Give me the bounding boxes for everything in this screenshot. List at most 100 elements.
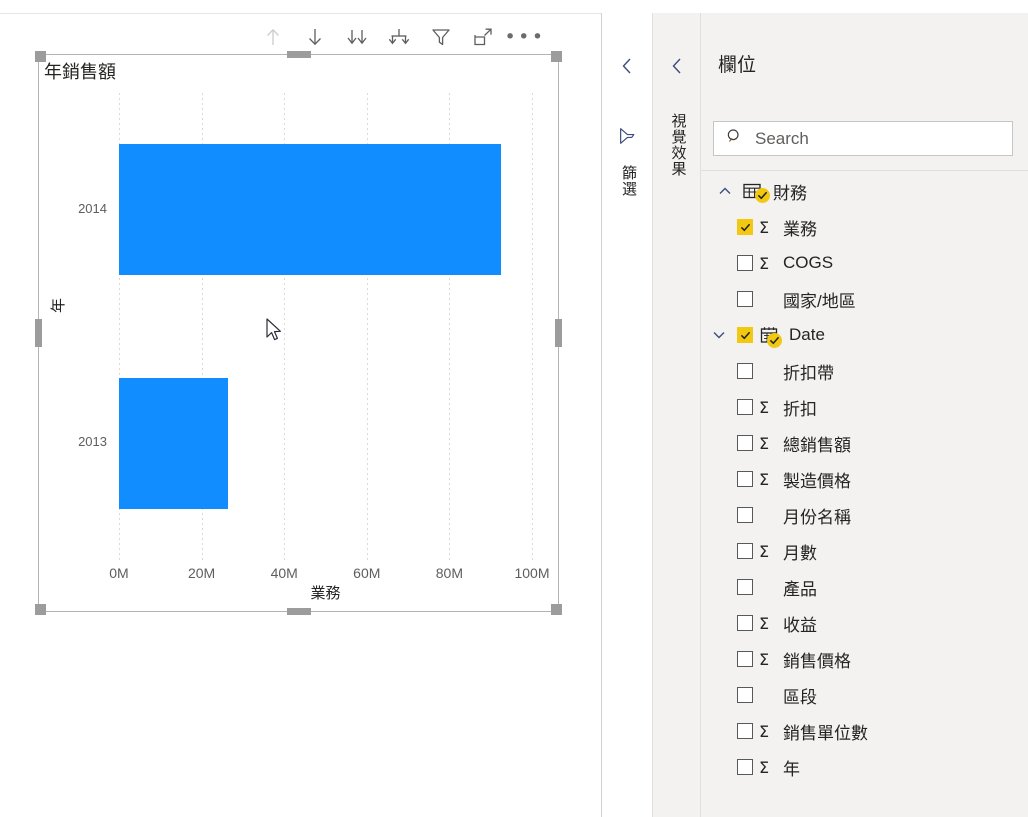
gridline: [532, 93, 533, 560]
ellipsis-glyph: •••: [504, 26, 546, 48]
field-checkbox[interactable]: [737, 363, 753, 379]
report-canvas[interactable]: ••• 年銷售額 年 2014 2013 0M 20M 40M 60M 80M 100M 業務: [0, 0, 601, 817]
power-bi-report-view: ••• 年銷售額 年 2014 2013 0M 20M 40M 60M 80M 100M 業務: [0, 0, 1028, 817]
x-axis-tick-label: 40M: [270, 565, 298, 581]
filters-pane-collapsed[interactable]: 篩選: [601, 13, 652, 817]
resize-handle-bottom-middle[interactable]: [286, 608, 311, 615]
field-list-item[interactable]: Σ COGS: [701, 245, 1028, 281]
field-list-item[interactable]: Σ 收益: [701, 605, 1028, 641]
field-name-label: 年: [783, 759, 800, 779]
calendar-icon: [757, 326, 782, 348]
x-axis-title: 業務: [310, 585, 341, 602]
field-checkbox[interactable]: [737, 219, 753, 235]
field-checkbox[interactable]: [737, 435, 753, 451]
visual-title: 年銷售額: [44, 62, 116, 82]
field-list-item[interactable]: Σ 銷售單位數: [701, 713, 1028, 749]
resize-handle-top-left[interactable]: [35, 51, 46, 62]
field-list-item[interactable]: Σ 總銷售額: [701, 425, 1028, 461]
sigma-measure-icon: Σ: [758, 469, 770, 489]
field-checkbox[interactable]: [737, 471, 753, 487]
field-checkbox[interactable]: [737, 759, 753, 775]
resize-handle-bottom-left[interactable]: [35, 604, 46, 615]
field-checkbox[interactable]: [737, 723, 753, 739]
plot-area[interactable]: 2014 2013 0M 20M 40M 60M 80M 100M: [78, 93, 550, 581]
search-icon: [726, 128, 743, 150]
field-name-label: 折扣: [783, 399, 817, 419]
expand-next-level-icon[interactable]: [336, 22, 378, 52]
search-placeholder-text: Search: [755, 128, 809, 148]
field-name-label: 折扣帶: [783, 363, 834, 383]
field-list-item[interactable]: 月份名稱: [701, 497, 1028, 533]
chart-bar[interactable]: [119, 144, 502, 276]
field-checkbox[interactable]: [737, 399, 753, 415]
field-table-label: 財務: [773, 183, 807, 203]
canvas-top-divider: [0, 13, 601, 14]
resize-handle-right-middle[interactable]: [555, 319, 562, 347]
field-list-item[interactable]: Σ 月數: [701, 533, 1028, 569]
field-checkbox[interactable]: [737, 327, 753, 343]
field-checkbox[interactable]: [737, 651, 753, 667]
drill-down-icon[interactable]: [294, 22, 336, 52]
sigma-measure-icon: Σ: [758, 757, 770, 777]
field-name-label: Date: [789, 325, 825, 344]
field-list-item[interactable]: Σ 折扣: [701, 389, 1028, 425]
field-list-item[interactable]: 產品: [701, 569, 1028, 605]
chart-bar[interactable]: [119, 377, 229, 509]
field-checkbox[interactable]: [737, 255, 753, 271]
x-axis-tick-label: 100M: [514, 565, 550, 581]
fields-pane[interactable]: 欄位 Search 財務 Σ 業務 Σ COGS 國家/地區 Date 折扣帶 Σ 折扣 Σ 總銷售額…: [700, 13, 1028, 817]
field-list-item[interactable]: 區段: [701, 677, 1028, 713]
x-axis-tick-label: 0M: [109, 565, 129, 581]
field-list-item[interactable]: Σ 製造價格: [701, 461, 1028, 497]
field-table-row[interactable]: 財務: [701, 173, 1028, 209]
field-list-item[interactable]: Date: [701, 317, 1028, 353]
filter-icon[interactable]: [420, 22, 462, 52]
field-checkbox[interactable]: [737, 615, 753, 631]
field-checkbox[interactable]: [737, 507, 753, 523]
field-name-label: 國家/地區: [783, 291, 856, 311]
field-name-label: 區段: [783, 687, 817, 707]
search-input[interactable]: Search: [713, 121, 1013, 156]
expand-filters-pane-button[interactable]: [616, 55, 638, 77]
y-axis-category-label: 2013: [78, 434, 107, 450]
focus-mode-icon[interactable]: [462, 22, 504, 52]
bar-chart-visual[interactable]: 年銷售額 年 2014 2013 0M 20M 40M 60M 80M 100M 業務: [35, 51, 562, 615]
expand-all-down-icon[interactable]: [378, 22, 420, 52]
field-name-label: 收益: [783, 615, 817, 635]
field-list-item[interactable]: Σ年: [701, 749, 1028, 785]
sigma-measure-icon: Σ: [758, 721, 770, 741]
field-name-label: COGS: [783, 253, 834, 272]
field-list-item[interactable]: Σ 業務: [701, 209, 1028, 245]
sigma-measure-icon: Σ: [758, 217, 770, 237]
field-list-item[interactable]: Σ 銷售價格: [701, 641, 1028, 677]
mouse-cursor: [266, 318, 283, 348]
x-axis-tick-label: 60M: [353, 565, 381, 581]
resize-handle-top-right[interactable]: [551, 51, 562, 62]
field-name-label: 銷售價格: [783, 651, 851, 671]
visualizations-pane-label: 視覺效果: [669, 113, 687, 177]
checked-badge-icon: [767, 333, 782, 348]
y-axis-category-label: 2014: [78, 200, 107, 216]
chevron-up-icon[interactable]: [713, 183, 737, 199]
resize-handle-left-middle[interactable]: [35, 319, 42, 347]
field-list[interactable]: 財務 Σ 業務 Σ COGS 國家/地區 Date 折扣帶 Σ 折扣 Σ 總銷售額 Σ 製造價格 月份名稱 Σ…: [701, 173, 1028, 785]
drill-up-icon[interactable]: [252, 22, 294, 52]
field-list-item[interactable]: 折扣帶: [701, 353, 1028, 389]
sigma-measure-icon: Σ: [758, 253, 770, 273]
expand-visualizations-pane-button[interactable]: [666, 55, 688, 77]
sigma-measure-icon: Σ: [758, 541, 770, 561]
more-options-icon[interactable]: •••: [504, 22, 546, 52]
fields-pane-title: 欄位: [718, 55, 757, 76]
y-axis-title: 年: [50, 297, 67, 313]
field-checkbox[interactable]: [737, 291, 753, 307]
field-checkbox[interactable]: [737, 579, 753, 595]
resize-handle-bottom-right[interactable]: [551, 604, 562, 615]
sigma-measure-icon: Σ: [758, 649, 770, 669]
resize-handle-top-middle[interactable]: [286, 51, 311, 58]
field-list-item[interactable]: 國家/地區: [701, 281, 1028, 317]
chevron-down-icon[interactable]: [711, 327, 727, 343]
filters-pane-label: 篩選: [620, 165, 637, 197]
field-checkbox[interactable]: [737, 543, 753, 559]
field-checkbox[interactable]: [737, 687, 753, 703]
visualizations-pane-collapsed[interactable]: 視覺效果: [652, 13, 700, 817]
